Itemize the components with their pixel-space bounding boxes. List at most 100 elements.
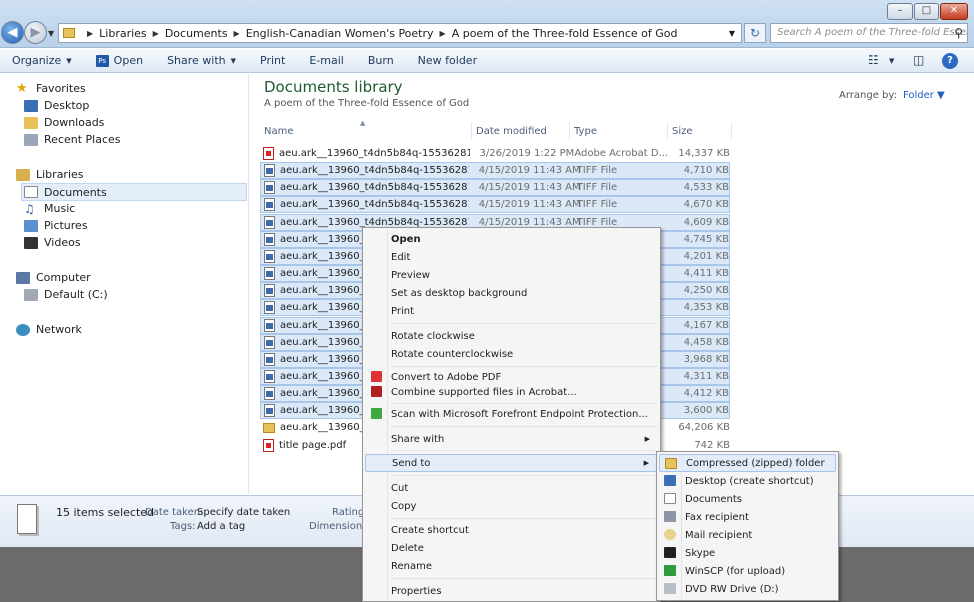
menu-properties[interactable]: Properties xyxy=(365,582,658,600)
menu-scan-forefront[interactable]: Scan with Microsoft Forefront Endpoint P… xyxy=(365,405,658,423)
file-size: 4,250 KB xyxy=(683,285,729,297)
file-row[interactable]: aeu.ark__13960_t4dn5b84q-1553628127_P...… xyxy=(260,162,730,180)
column-header-size[interactable]: Size xyxy=(668,122,732,140)
skype-icon xyxy=(664,547,676,558)
nav-favorites[interactable]: ★ Favorites xyxy=(16,82,86,96)
desktop-icon xyxy=(24,99,38,112)
view-dropdown-icon[interactable]: ▼ xyxy=(889,57,894,65)
arrange-by-label: Arrange by: xyxy=(839,90,897,101)
menu-create-shortcut[interactable]: Create shortcut xyxy=(365,521,658,539)
context-menu: Open Edit Preview Set as desktop backgro… xyxy=(362,227,661,602)
open-button[interactable]: Ps Open xyxy=(84,54,155,67)
desktop-icon xyxy=(664,475,676,486)
menu-open[interactable]: Open xyxy=(365,230,658,248)
nav-pictures[interactable]: Pictures xyxy=(24,219,88,232)
menu-set-desktop-background[interactable]: Set as desktop background xyxy=(365,284,658,302)
file-row[interactable]: aeu.ark__13960_t4dn5b84q-1553628127_P...… xyxy=(260,196,730,214)
search-icon[interactable]: ⚲ xyxy=(954,26,963,40)
organize-button[interactable]: Organize ▼ xyxy=(0,54,84,67)
address-dropdown-icon[interactable]: ▼ xyxy=(723,29,741,38)
file-size: 4,311 KB xyxy=(683,370,729,382)
menu-rotate-counterclockwise[interactable]: Rotate counterclockwise xyxy=(365,345,658,363)
nav-videos[interactable]: Videos xyxy=(24,236,81,249)
menu-preview[interactable]: Preview xyxy=(365,266,658,284)
file-date-modified: 4/15/2019 11:43 AM xyxy=(478,182,581,194)
column-header-date[interactable]: Date modified xyxy=(472,122,570,140)
menu-rename[interactable]: Rename xyxy=(365,557,658,575)
recent-pages-dropdown[interactable]: ▼ xyxy=(48,29,54,38)
arrange-by-dropdown[interactable]: Folder ▼ xyxy=(903,90,945,101)
share-with-button[interactable]: Share with ▼ xyxy=(155,54,248,67)
tags-label: Tags: xyxy=(170,521,196,532)
menu-send-to[interactable]: Send to ▶ xyxy=(365,454,658,472)
open-label: Open xyxy=(113,54,144,67)
nav-desktop[interactable]: Desktop xyxy=(24,99,89,112)
column-header-type[interactable]: Type xyxy=(570,122,668,140)
tiff-file-icon xyxy=(264,352,275,366)
view-options-icon[interactable]: ☷ xyxy=(868,53,879,67)
chevron-down-icon: ▼ xyxy=(230,56,237,65)
date-taken-field[interactable]: Specify date taken xyxy=(197,507,290,518)
file-size: 4,167 KB xyxy=(683,319,729,331)
file-row[interactable]: aeu.ark__13960_t4dn5b84q-1553628127_P...… xyxy=(260,179,730,197)
nav-documents[interactable]: Documents xyxy=(21,183,247,201)
sendto-documents[interactable]: Documents xyxy=(659,490,836,508)
back-button[interactable]: ◀ xyxy=(1,21,24,44)
photoshop-icon: Ps xyxy=(95,54,109,67)
menu-delete[interactable]: Delete xyxy=(365,539,658,557)
email-button[interactable]: E-mail xyxy=(297,54,356,67)
menu-separator xyxy=(391,578,657,579)
sendto-mail[interactable]: Mail recipient xyxy=(659,526,836,544)
breadcrumb-current-folder[interactable]: A poem of the Three-fold Essence of God xyxy=(452,27,678,40)
tags-field[interactable]: Add a tag xyxy=(197,521,245,532)
breadcrumb-documents[interactable]: Documents xyxy=(165,27,228,40)
menu-share-with-label: Share with xyxy=(391,433,445,445)
sendto-fax[interactable]: Fax recipient xyxy=(659,508,836,526)
forward-button[interactable]: ▶ xyxy=(24,21,47,44)
breadcrumb-collection[interactable]: English-Canadian Women's Poetry xyxy=(246,27,434,40)
sendto-compressed-folder[interactable]: Compressed (zipped) folder xyxy=(659,454,836,472)
menu-rotate-clockwise[interactable]: Rotate clockwise xyxy=(365,327,658,345)
breadcrumb-libraries[interactable]: Libraries xyxy=(99,27,147,40)
menu-edit[interactable]: Edit xyxy=(365,248,658,266)
nav-computer[interactable]: Computer xyxy=(16,271,91,284)
nav-recent-places-label: Recent Places xyxy=(44,133,121,146)
menu-print[interactable]: Print xyxy=(365,302,658,320)
file-size: 4,609 KB xyxy=(683,216,729,228)
sendto-desktop[interactable]: Desktop (create shortcut) xyxy=(659,472,836,490)
nav-music-label: Music xyxy=(44,202,76,215)
sendto-winscp[interactable]: WinSCP (for upload) xyxy=(659,562,836,580)
file-type: TIFF File xyxy=(576,199,618,211)
menu-combine-in-acrobat[interactable]: Combine supported files in Acrobat... xyxy=(365,383,658,401)
help-icon[interactable]: ? xyxy=(942,53,958,69)
refresh-button[interactable]: ↻ xyxy=(744,23,766,43)
file-row[interactable]: aeu.ark__13960_t4dn5b84q-1553628127.pdf 3… xyxy=(260,145,730,162)
print-button[interactable]: Print xyxy=(248,54,297,67)
sendto-dvd-drive[interactable]: DVD RW Drive (D:) xyxy=(659,580,836,598)
menu-share-with[interactable]: Share with ▶ xyxy=(365,430,658,448)
command-bar: Organize ▼ Ps Open Share with ▼ Print E-mai… xyxy=(0,49,974,73)
preview-pane-icon[interactable]: ◫ xyxy=(913,53,924,67)
address-bar[interactable]: ▶ Libraries ▶ Documents ▶ English-Canadi… xyxy=(58,23,742,43)
nav-downloads[interactable]: Downloads xyxy=(24,116,104,129)
burn-button[interactable]: Burn xyxy=(356,54,406,67)
column-header-name[interactable]: Name ▲ xyxy=(260,119,472,140)
menu-cut[interactable]: Cut xyxy=(365,479,658,497)
maximize-button[interactable]: □ xyxy=(914,3,939,20)
nav-network[interactable]: Network xyxy=(16,323,82,336)
new-folder-button[interactable]: New folder xyxy=(406,54,489,67)
nav-music[interactable]: ♫ Music xyxy=(24,202,75,215)
organize-label: Organize xyxy=(12,54,62,67)
sendto-skype[interactable]: Skype xyxy=(659,544,836,562)
acrobat-combine-icon xyxy=(371,386,382,397)
nav-default-c[interactable]: Default (C:) xyxy=(24,288,108,301)
nav-libraries[interactable]: Libraries xyxy=(16,168,84,181)
nav-recent-places[interactable]: Recent Places xyxy=(24,133,121,146)
file-type: TIFF File xyxy=(576,165,618,177)
menu-copy[interactable]: Copy xyxy=(365,497,658,515)
close-button[interactable]: ✕ xyxy=(940,3,968,20)
date-taken-label: Date taken: xyxy=(145,507,204,518)
minimize-button[interactable]: – xyxy=(887,3,913,20)
search-input[interactable]: Search A poem of the Three-fold Essen...… xyxy=(770,23,968,43)
file-size: 4,201 KB xyxy=(683,250,729,262)
